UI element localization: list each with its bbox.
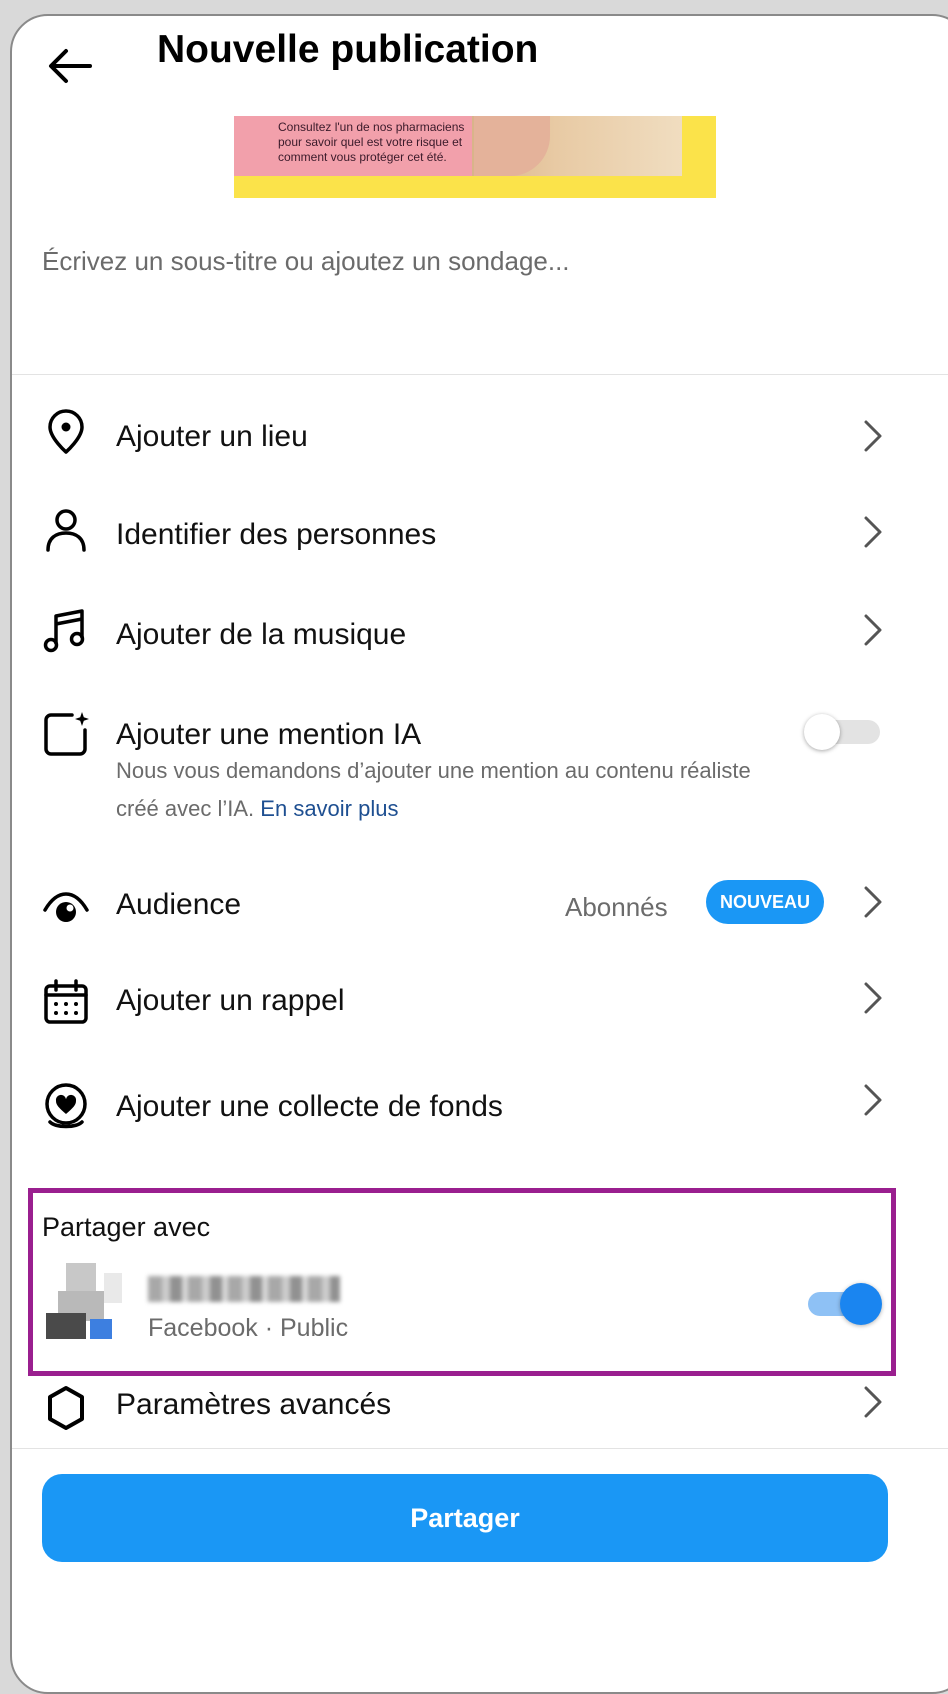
new-badge: NOUVEAU [706, 880, 824, 924]
add-fundraiser-row[interactable]: Ajouter une collecte de fonds [12, 1064, 948, 1154]
caption-input[interactable]: Écrivez un sous-titre ou ajoutez un sond… [42, 246, 570, 277]
add-music-label: Ajouter de la musique [116, 618, 407, 651]
advanced-settings-label: Paramètres avancés [116, 1388, 392, 1421]
chevron-right-icon [864, 614, 882, 646]
chevron-right-icon [864, 1386, 882, 1418]
add-reminder-label: Ajouter un rappel [116, 984, 345, 1017]
avatar-pixel [66, 1263, 96, 1291]
music-note-icon [43, 609, 85, 653]
chevron-right-icon [864, 1084, 882, 1116]
preview-text-panel: Consultez l'un de nos pharmaciens pour s… [234, 116, 474, 176]
add-location-label: Ajouter un lieu [116, 420, 308, 453]
gear-icon [48, 1386, 84, 1430]
eye-icon [43, 892, 89, 922]
add-location-row[interactable]: Ajouter un lieu [12, 396, 948, 476]
audience-label: Audience [116, 888, 242, 921]
avatar-pixel [46, 1313, 86, 1339]
chevron-right-icon [864, 886, 882, 918]
audience-value: Abonnés [565, 892, 668, 922]
post-image-preview[interactable]: Consultez l'un de nos pharmaciens pour s… [234, 116, 716, 198]
chevron-right-icon [864, 982, 882, 1014]
toggle-knob [804, 714, 840, 750]
audience-row[interactable]: Audience Abonnés NOUVEAU [12, 868, 948, 948]
add-music-row[interactable]: Ajouter de la musique [12, 588, 948, 678]
divider [12, 1448, 948, 1449]
page-title: Nouvelle publication [157, 28, 539, 71]
avatar-pixel [104, 1273, 122, 1303]
ai-label-description: Nous vous demandons d’ajouter une mentio… [116, 752, 756, 828]
ai-label-toggle[interactable] [804, 714, 880, 750]
chevron-right-icon [864, 516, 882, 548]
advanced-settings-row[interactable]: Paramètres avancés [12, 1376, 948, 1440]
ai-label-description-text: Nous vous demandons d’ajouter une mentio… [116, 758, 751, 821]
toggle-knob [840, 1283, 882, 1325]
account-name-blurred [148, 1276, 340, 1302]
share-account-subtitle: Facebook · Public [148, 1314, 349, 1342]
divider [12, 374, 948, 375]
add-reminder-row[interactable]: Ajouter un rappel [12, 962, 948, 1042]
fundraiser-heart-icon [45, 1083, 87, 1129]
person-icon [46, 509, 86, 552]
header: Nouvelle publication [12, 16, 948, 116]
avatar-pixel [90, 1319, 112, 1339]
share-with-title: Partager avec [42, 1212, 211, 1242]
share-button[interactable]: Partager [42, 1474, 888, 1562]
chevron-right-icon [864, 420, 882, 452]
learn-more-link[interactable]: En savoir plus [260, 796, 398, 821]
back-button[interactable] [42, 38, 98, 94]
calendar-icon [44, 979, 88, 1024]
share-facebook-toggle[interactable] [808, 1282, 884, 1326]
ai-sparkle-icon [44, 712, 89, 756]
avatar [46, 1263, 122, 1339]
preview-text: Consultez l'un de nos pharmaciens pour s… [278, 120, 465, 164]
back-arrow-icon [49, 49, 92, 83]
ai-label-row: Ajouter une mention IA Nous vous demando… [12, 700, 948, 850]
screen: Nouvelle publication Consultez l'un de n… [10, 14, 948, 1694]
location-pin-icon [48, 409, 84, 454]
add-fundraiser-label: Ajouter une collecte de fonds [116, 1090, 503, 1123]
tag-people-row[interactable]: Identifier des personnes [12, 492, 948, 572]
ai-label-title: Ajouter une mention IA [116, 718, 422, 751]
tag-people-label: Identifier des personnes [116, 518, 437, 551]
